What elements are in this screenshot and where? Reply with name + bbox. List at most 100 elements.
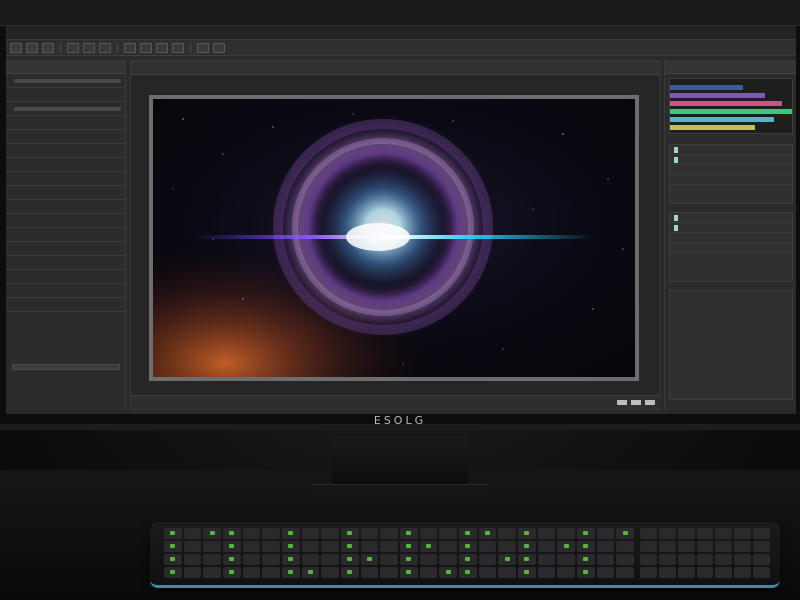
keyboard-key[interactable]: [340, 528, 359, 539]
keyboard-key[interactable]: [399, 567, 418, 578]
numpad-key[interactable]: [715, 528, 733, 539]
keyboard-key[interactable]: [164, 554, 182, 565]
toolbar-button[interactable]: [83, 42, 95, 53]
property-row[interactable]: [6, 284, 125, 298]
numpad-key[interactable]: [658, 567, 676, 578]
keyboard-key[interactable]: [203, 528, 221, 539]
keyboard-key[interactable]: [458, 528, 477, 539]
keyboard-key[interactable]: [439, 528, 457, 539]
keyboard-key[interactable]: [498, 541, 516, 552]
keyboard-key[interactable]: [360, 554, 379, 565]
property-slider[interactable]: [14, 106, 121, 111]
keyboard-key[interactable]: [281, 567, 300, 578]
keyboard-key[interactable]: [281, 528, 300, 539]
property-row[interactable]: [6, 228, 125, 242]
keyboard-key[interactable]: [222, 567, 241, 578]
adjustment-row[interactable]: [670, 243, 792, 253]
numpad-key[interactable]: [640, 567, 657, 578]
property-row[interactable]: [6, 88, 125, 102]
keyboard-key[interactable]: [164, 567, 182, 578]
numpad-key[interactable]: [677, 541, 695, 552]
keyboard-key[interactable]: [321, 541, 339, 552]
toolbar-button[interactable]: [26, 42, 38, 53]
property-row[interactable]: [6, 242, 125, 256]
keyboard-key[interactable]: [576, 528, 595, 539]
keyboard-key[interactable]: [164, 528, 182, 539]
keyboard-key[interactable]: [517, 528, 536, 539]
layer-row[interactable]: [670, 165, 792, 175]
keyboard-key[interactable]: [557, 567, 575, 578]
toolbar-button[interactable]: [213, 42, 225, 53]
keyboard-key[interactable]: [458, 567, 477, 578]
keyboard-key[interactable]: [203, 554, 221, 565]
keyboard-key[interactable]: [458, 554, 477, 565]
keyboard-key[interactable]: [557, 554, 575, 565]
keyboard-key[interactable]: [242, 541, 261, 552]
keyboard-key[interactable]: [498, 528, 516, 539]
keyboard-key[interactable]: [340, 554, 359, 565]
keyboard-key[interactable]: [380, 567, 398, 578]
property-row[interactable]: [6, 214, 125, 228]
keyboard-key[interactable]: [419, 554, 438, 565]
keyboard-key[interactable]: [301, 554, 320, 565]
layer-row[interactable]: [670, 175, 792, 185]
keyboard-key[interactable]: [439, 541, 457, 552]
keyboard-key[interactable]: [203, 541, 221, 552]
keyboard-key[interactable]: [517, 567, 536, 578]
numpad-key[interactable]: [734, 528, 752, 539]
numpad-key[interactable]: [677, 567, 695, 578]
keyboard-key[interactable]: [380, 528, 398, 539]
keyboard-key[interactable]: [596, 554, 615, 565]
canvas-tab[interactable]: [131, 61, 661, 75]
keyboard-key[interactable]: [321, 567, 339, 578]
keyboard-key[interactable]: [439, 554, 457, 565]
keyboard-key[interactable]: [498, 554, 516, 565]
property-row[interactable]: [6, 270, 125, 284]
nebula-image[interactable]: [153, 99, 635, 377]
layer-row[interactable]: [670, 145, 792, 155]
numpad-key[interactable]: [696, 541, 714, 552]
keyboard-key[interactable]: [183, 554, 202, 565]
keyboard-key[interactable]: [340, 567, 359, 578]
keyboard-key[interactable]: [478, 554, 497, 565]
toolbar-button[interactable]: [140, 42, 152, 53]
keyboard-key[interactable]: [183, 567, 202, 578]
layer-row[interactable]: [670, 155, 792, 165]
keyboard-key[interactable]: [616, 554, 634, 565]
keyboard-key[interactable]: [222, 554, 241, 565]
keyboard-key[interactable]: [616, 528, 634, 539]
keyboard-key[interactable]: [419, 567, 438, 578]
keyboard-key[interactable]: [222, 541, 241, 552]
numpad-key[interactable]: [715, 567, 733, 578]
keyboard-key[interactable]: [478, 567, 497, 578]
keyboard-key[interactable]: [242, 554, 261, 565]
property-row[interactable]: [6, 158, 125, 172]
numpad-key[interactable]: [658, 541, 676, 552]
keyboard-key[interactable]: [242, 528, 261, 539]
keyboard-key[interactable]: [262, 554, 280, 565]
numpad-key[interactable]: [677, 554, 695, 565]
property-row[interactable]: [6, 116, 125, 130]
numpad-key[interactable]: [753, 567, 770, 578]
toolbar-button[interactable]: [172, 42, 184, 53]
keyboard-key[interactable]: [576, 554, 595, 565]
property-slider[interactable]: [14, 78, 121, 83]
keyboard-key[interactable]: [419, 541, 438, 552]
toolbar-button[interactable]: [124, 42, 136, 53]
keyboard-key[interactable]: [576, 541, 595, 552]
property-row[interactable]: [6, 172, 125, 186]
toolbar-button[interactable]: [10, 42, 22, 53]
numpad-key[interactable]: [753, 541, 770, 552]
keyboard-key[interactable]: [301, 567, 320, 578]
keyboard-key[interactable]: [380, 541, 398, 552]
keyboard-key[interactable]: [222, 528, 241, 539]
keyboard-key[interactable]: [616, 541, 634, 552]
numpad-key[interactable]: [640, 528, 657, 539]
keyboard-key[interactable]: [616, 567, 634, 578]
numpad-key[interactable]: [734, 541, 752, 552]
keyboard-key[interactable]: [281, 554, 300, 565]
adjustment-row[interactable]: [670, 233, 792, 243]
keyboard-key[interactable]: [399, 541, 418, 552]
keyboard-key[interactable]: [360, 567, 379, 578]
keyboard-key[interactable]: [537, 554, 556, 565]
